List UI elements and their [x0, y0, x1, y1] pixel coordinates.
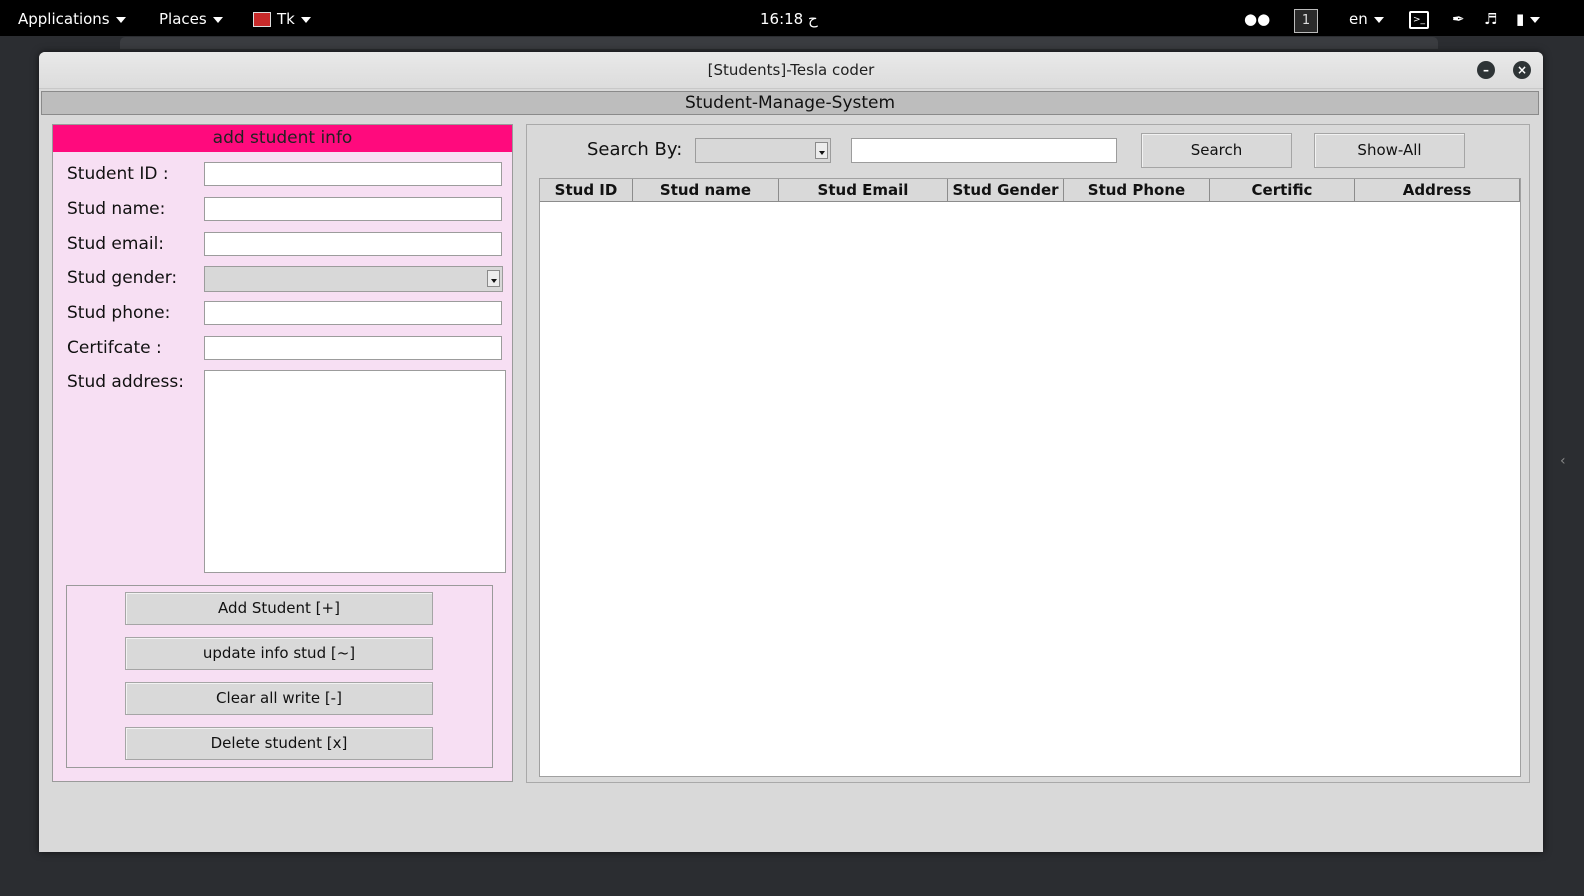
delete-student-button[interactable]: Delete student [x] — [125, 727, 433, 760]
column-header-stud-phone[interactable]: Stud Phone — [1064, 179, 1210, 202]
minimize-icon[interactable]: – — [1477, 61, 1495, 79]
tk-app-icon — [253, 12, 271, 27]
places-menu[interactable]: Places — [159, 0, 223, 36]
student-id-label: Student ID : — [67, 164, 169, 184]
certificate-input[interactable] — [204, 336, 502, 360]
column-header-address[interactable]: Address — [1355, 179, 1520, 202]
close-icon[interactable]: × — [1513, 61, 1531, 79]
student-name-label: Stud name: — [67, 199, 166, 219]
search-button[interactable]: Search — [1141, 133, 1292, 168]
tk-app-label: Tk — [277, 10, 295, 28]
pen-icon[interactable]: ✒ — [1452, 0, 1465, 36]
certificate-label: Certifcate : — [67, 338, 162, 358]
chevron-down-icon — [1373, 16, 1384, 23]
search-input[interactable] — [851, 138, 1117, 163]
app-window: [Students]-Tesla coder – × Student-Manag… — [39, 52, 1543, 852]
column-header-certific[interactable]: Certific — [1210, 179, 1355, 202]
top-panel: Applications Places Tk 16:18 ح ●● 1 en >… — [0, 0, 1584, 36]
student-email-input[interactable] — [204, 232, 502, 256]
chevron-down-icon — [1530, 16, 1541, 23]
system-menu[interactable]: ▮ — [1516, 0, 1541, 36]
screen-share-icon[interactable]: ●● — [1244, 0, 1270, 36]
applications-label: Applications — [18, 10, 110, 28]
workspace-number: 1 — [1294, 9, 1318, 33]
volume-icon[interactable]: ♬ — [1484, 0, 1497, 36]
chevron-left-icon: ‹ — [1560, 453, 1566, 469]
app-header: Student-Manage-System — [41, 91, 1539, 115]
show-all-button[interactable]: Show-All — [1314, 133, 1465, 168]
form-buttons-frame: Add Student [+] update info stud [~] Cle… — [66, 585, 493, 768]
workspace-indicator[interactable]: 1 — [1294, 0, 1318, 36]
chevron-down-icon[interactable] — [487, 270, 500, 287]
form-title: add student info — [53, 125, 512, 152]
clock[interactable]: 16:18 ح — [760, 0, 818, 36]
student-list-panel: Search By: Search Show-All Stud ID Stud … — [526, 124, 1530, 783]
chevron-down-icon — [115, 16, 126, 23]
chevron-down-icon — [212, 16, 223, 23]
places-label: Places — [159, 10, 207, 28]
students-table[interactable]: Stud ID Stud name Stud Email Stud Gender… — [539, 178, 1521, 777]
student-name-input[interactable] — [204, 197, 502, 221]
window-titlebar[interactable]: [Students]-Tesla coder – × — [39, 52, 1543, 89]
chevron-down-icon[interactable] — [815, 142, 828, 159]
applications-menu[interactable]: Applications — [18, 0, 126, 36]
tk-app-menu[interactable]: Tk — [253, 0, 311, 36]
student-form-panel: add student info Student ID : Stud name:… — [52, 124, 513, 782]
student-id-input[interactable] — [204, 162, 502, 186]
window-title: [Students]-Tesla coder — [707, 61, 875, 79]
student-gender-combobox[interactable] — [204, 266, 503, 292]
column-header-stud-name[interactable]: Stud name — [633, 179, 779, 202]
student-address-textarea[interactable] — [204, 370, 506, 573]
chevron-down-icon — [300, 16, 311, 23]
clear-form-button[interactable]: Clear all write [-] — [125, 682, 433, 715]
column-header-stud-gender[interactable]: Stud Gender — [948, 179, 1064, 202]
column-header-stud-email[interactable]: Stud Email — [779, 179, 948, 202]
update-student-button[interactable]: update info stud [~] — [125, 637, 433, 670]
student-address-label: Stud address: — [67, 372, 184, 392]
battery-icon: ▮ — [1516, 10, 1525, 28]
search-by-label: Search By: — [587, 139, 683, 160]
terminal-icon[interactable]: >_ — [1409, 0, 1429, 36]
add-student-button[interactable]: Add Student [+] — [125, 592, 433, 625]
table-header: Stud ID Stud name Stud Email Stud Gender… — [540, 179, 1520, 202]
student-email-label: Stud email: — [67, 234, 165, 254]
column-header-stud-id[interactable]: Stud ID — [540, 179, 633, 202]
student-phone-input[interactable] — [204, 301, 502, 325]
background-window-edge — [120, 37, 1438, 49]
language-label: en — [1349, 10, 1368, 28]
language-menu[interactable]: en — [1349, 0, 1384, 36]
search-by-combobox[interactable] — [695, 138, 831, 163]
student-gender-label: Stud gender: — [67, 268, 178, 288]
student-phone-label: Stud phone: — [67, 303, 171, 323]
